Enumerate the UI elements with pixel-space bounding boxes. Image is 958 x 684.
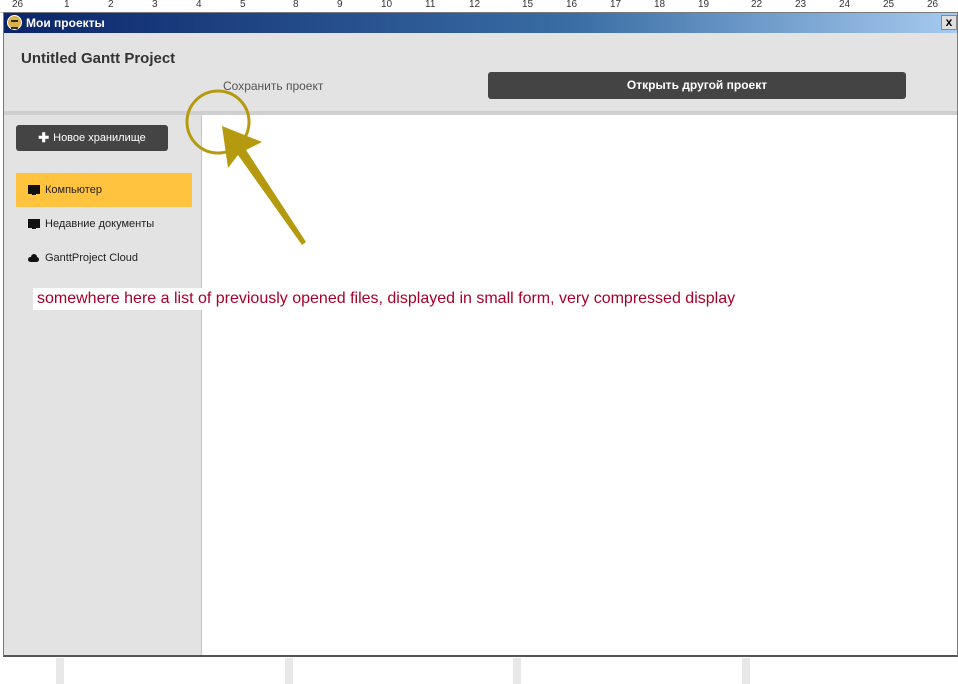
ruler-label: 23 (795, 0, 807, 10)
background-column (742, 658, 750, 684)
monitor-icon (28, 185, 40, 195)
ruler-label: 9 (337, 0, 343, 10)
ruler-label: 16 (566, 0, 578, 10)
ruler-label: 19 (698, 0, 710, 10)
ruler-label: 26 (927, 0, 939, 10)
ruler-label: 10 (381, 0, 393, 10)
ruler-label: 22 (751, 0, 763, 10)
background-column (513, 658, 521, 684)
ruler-label: 11 (425, 0, 436, 10)
save-project-link[interactable]: Сохранить проект (223, 79, 323, 93)
cloud-icon (28, 253, 40, 263)
app-logo-icon (7, 15, 22, 30)
new-storage-label: Новое хранилище (53, 132, 146, 144)
ruler-label: 24 (839, 0, 851, 10)
background-strip (0, 658, 958, 684)
ruler-label: 15 (522, 0, 534, 10)
monitor-icon (28, 219, 40, 229)
title-bar[interactable]: Мои проекты x (4, 13, 957, 33)
ruler-label: 12 (469, 0, 481, 10)
ruler-label: 5 (240, 0, 246, 10)
ruler-label: 1 (64, 0, 70, 10)
sidebar-item-recent-documents[interactable]: Недавние документы (16, 207, 192, 241)
ruler-label: 2 (108, 0, 114, 10)
sidebar-item-cloud[interactable]: GanttProject Cloud (16, 241, 192, 275)
ruler-label: 3 (152, 0, 158, 10)
close-button[interactable]: x (941, 15, 957, 30)
ruler-label: 18 (654, 0, 666, 10)
plus-icon: ✚ (38, 130, 50, 145)
ruler-label: 25 (883, 0, 895, 10)
ruler-label: 8 (293, 0, 299, 10)
sidebar-item-label: Компьютер (45, 184, 102, 196)
sidebar-item-computer[interactable]: Компьютер (16, 173, 192, 207)
projects-dialog: Мои проекты x Untitled Gantt Project Сох… (3, 12, 958, 657)
ruler-label: 4 (196, 0, 202, 10)
annotation-note: somewhere here a list of previously open… (33, 288, 740, 310)
open-other-project-button[interactable]: Открыть другой проект (488, 72, 906, 99)
ruler-label: 17 (610, 0, 622, 10)
new-storage-button[interactable]: ✚ Новое хранилище (16, 125, 168, 151)
background-column (56, 658, 64, 684)
storage-sidebar: ✚ Новое хранилище Компьютер Недавние док… (4, 115, 202, 655)
window-title: Мои проекты (26, 16, 105, 30)
background-column (285, 658, 293, 684)
sidebar-item-label: GanttProject Cloud (45, 252, 138, 264)
project-title: Untitled Gantt Project (21, 50, 176, 67)
dialog-header: Untitled Gantt Project Сохранить проект … (4, 33, 957, 115)
sidebar-item-label: Недавние документы (45, 218, 155, 230)
ruler-label: 26 (12, 0, 24, 10)
file-list-area[interactable] (202, 115, 957, 655)
